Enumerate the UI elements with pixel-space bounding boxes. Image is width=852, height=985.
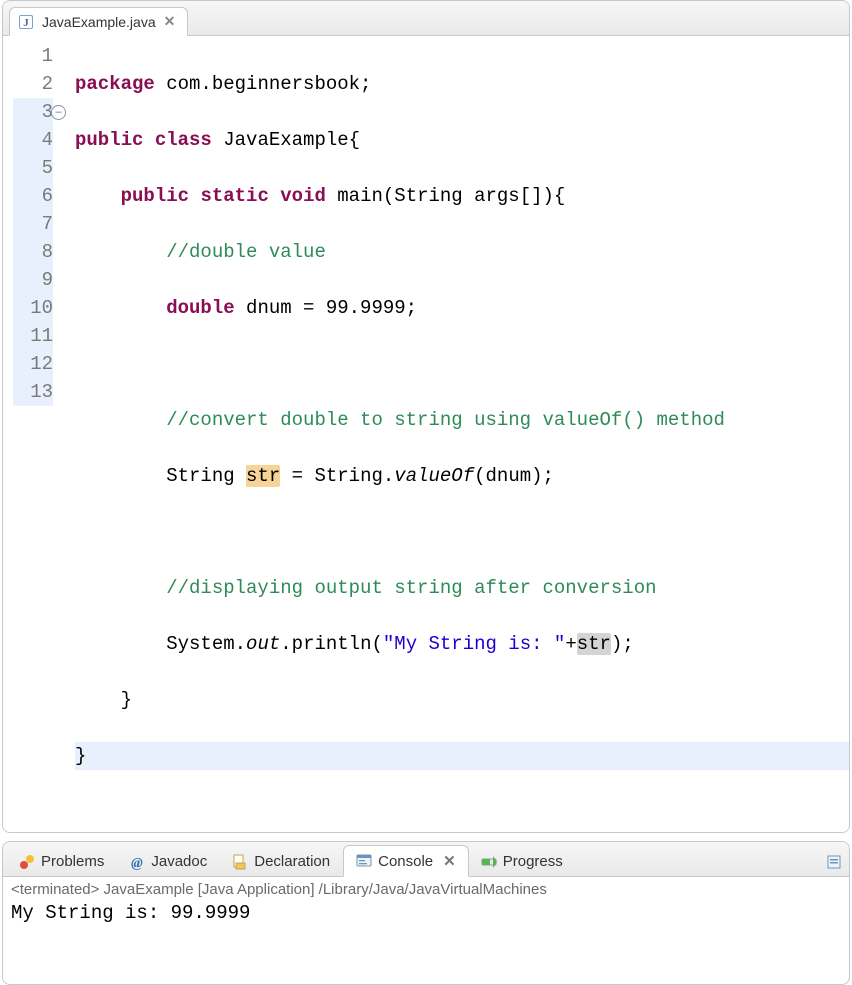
line-number: 2 xyxy=(13,70,53,98)
line-number: 4 xyxy=(13,126,53,154)
code-line: //convert double to string using valueOf… xyxy=(75,406,849,434)
close-icon[interactable]: ✕ xyxy=(443,852,456,870)
tab-console[interactable]: Console ✕ xyxy=(343,845,469,877)
marker-bar xyxy=(3,36,13,832)
line-number: 12 xyxy=(13,350,53,378)
line-number: 1 xyxy=(13,42,53,70)
code-line xyxy=(75,518,849,546)
highlight-declaration: str xyxy=(246,465,280,487)
code-line: public class JavaExample{ xyxy=(75,126,849,154)
code-area[interactable]: package com.beginnersbook; public class … xyxy=(57,36,849,832)
problems-icon xyxy=(19,854,35,870)
code-line: } xyxy=(75,742,849,770)
svg-text:J: J xyxy=(23,17,29,29)
code-line: //displaying output string after convers… xyxy=(75,574,849,602)
fold-toggle-icon[interactable]: – xyxy=(51,105,66,120)
svg-text:@: @ xyxy=(132,856,144,870)
console-output[interactable]: My String is: 99.9999 xyxy=(3,900,849,984)
line-number: 7 xyxy=(13,210,53,238)
editor-panel: J JavaExample.java ✕ 1 2 3– 4 5 6 7 8 9 … xyxy=(2,0,850,833)
tab-label: Progress xyxy=(503,853,563,870)
close-icon[interactable]: ✕ xyxy=(164,13,176,30)
code-line: //double value xyxy=(75,238,849,266)
line-number: 10 xyxy=(13,294,53,322)
tab-label: Declaration xyxy=(254,853,330,870)
declaration-icon xyxy=(232,854,248,870)
line-number: 6 xyxy=(13,182,53,210)
tab-label: Problems xyxy=(41,853,104,870)
editor-tab-javaexample[interactable]: J JavaExample.java ✕ xyxy=(9,7,188,36)
line-number: 8 xyxy=(13,238,53,266)
console-icon xyxy=(356,853,372,869)
tab-declaration[interactable]: Declaration xyxy=(220,847,343,876)
code-line xyxy=(75,350,849,378)
code-line: String str = String.valueOf(dnum); xyxy=(75,462,849,490)
console-status-line: <terminated> JavaExample [Java Applicati… xyxy=(3,877,849,900)
code-line: package com.beginnersbook; xyxy=(75,70,849,98)
tab-label: Javadoc xyxy=(151,853,207,870)
bottom-tabbar: Problems @ Javadoc Declaration Console ✕ xyxy=(3,842,849,877)
java-file-icon: J xyxy=(18,14,34,30)
line-number-gutter: 1 2 3– 4 5 6 7 8 9 10 11 12 13 xyxy=(13,36,57,832)
editor-tabbar: J JavaExample.java ✕ xyxy=(3,1,849,36)
code-line: double dnum = 99.9999; xyxy=(75,294,849,322)
line-number: 3– xyxy=(13,98,53,126)
tab-progress[interactable]: Progress xyxy=(469,847,576,876)
toolbar-overflow[interactable] xyxy=(820,848,849,876)
editor-tab-label: JavaExample.java xyxy=(42,14,156,30)
line-number: 13 xyxy=(13,378,53,406)
line-number: 5 xyxy=(13,154,53,182)
javadoc-icon: @ xyxy=(129,854,145,870)
progress-icon xyxy=(481,854,497,870)
toolbar-icon xyxy=(826,854,842,870)
tab-javadoc[interactable]: @ Javadoc xyxy=(117,847,220,876)
highlight-reference: str xyxy=(577,633,611,655)
tab-label: Console xyxy=(378,853,433,870)
code-line: public static void main(String args[]){ xyxy=(75,182,849,210)
tab-problems[interactable]: Problems xyxy=(7,847,117,876)
code-line: } xyxy=(75,686,849,714)
bottom-panel: Problems @ Javadoc Declaration Console ✕ xyxy=(2,841,850,985)
line-number: 9 xyxy=(13,266,53,294)
editor-body[interactable]: 1 2 3– 4 5 6 7 8 9 10 11 12 13 package c… xyxy=(3,36,849,832)
line-number: 11 xyxy=(13,322,53,350)
code-line: System.out.println("My String is: "+str)… xyxy=(75,630,849,658)
